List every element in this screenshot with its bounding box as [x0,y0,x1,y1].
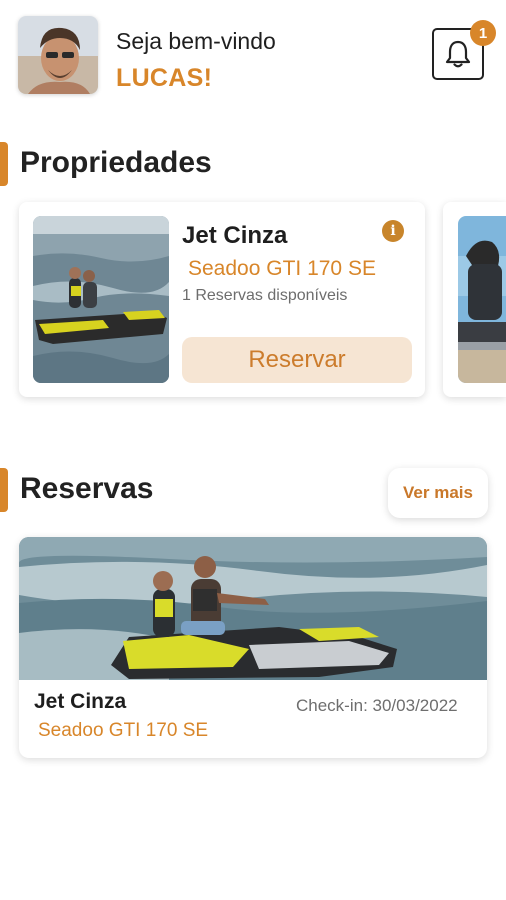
notification-badge: 1 [470,20,496,46]
reservation-model: Seadoo GTI 170 SE [38,720,209,741]
bell-icon [445,40,471,68]
reserve-button[interactable]: Reservar [182,337,412,383]
property-image-next [458,216,506,383]
property-availability: 1 Reservas disponíveis [182,287,348,304]
see-more-button[interactable]: Ver mais [388,468,488,518]
user-name: LUCAS! [116,64,213,92]
section-accent-bar [0,468,8,512]
avatar[interactable] [18,16,98,94]
property-model: Seadoo GTI 170 SE [188,257,376,280]
reservation-name: Jet Cinza [34,690,127,713]
property-image [33,216,169,383]
reservations-title: Reservas [20,472,154,505]
section-accent-bar [0,142,8,186]
reservation-checkin: Check-in: 30/03/2022 [296,696,458,715]
reservation-image [19,537,487,680]
info-icon[interactable]: i [382,220,404,242]
properties-title: Propriedades [20,146,212,179]
property-name: Jet Cinza [182,222,288,249]
greeting-text: Seja bem-vindo [116,28,276,54]
